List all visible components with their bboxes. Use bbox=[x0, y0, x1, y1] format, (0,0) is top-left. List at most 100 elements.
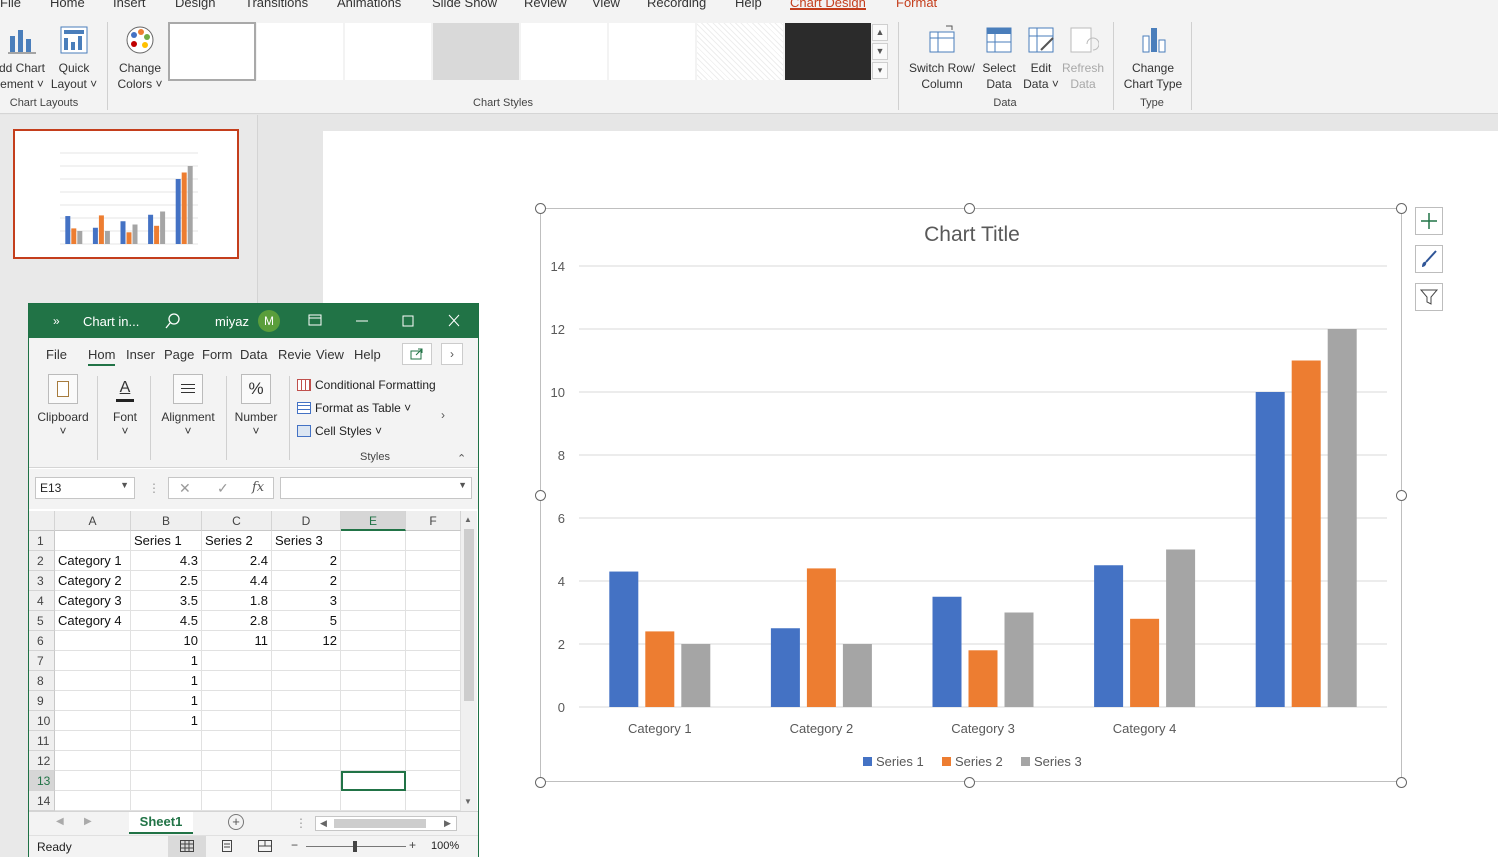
cell[interactable] bbox=[55, 671, 131, 691]
resize-handle-sw[interactable] bbox=[535, 777, 546, 788]
bar[interactable] bbox=[681, 644, 711, 707]
scroll-right-icon[interactable]: ▶ bbox=[444, 818, 451, 829]
drag-handle-icon[interactable]: ⋮ bbox=[295, 816, 307, 830]
row-header[interactable]: 2 bbox=[29, 551, 55, 571]
bar[interactable] bbox=[609, 571, 639, 707]
cell[interactable]: 4.4 bbox=[202, 571, 272, 591]
bar[interactable] bbox=[1166, 549, 1196, 708]
enter-icon[interactable]: ✓ bbox=[217, 480, 229, 497]
tab-animations[interactable]: Animations bbox=[337, 0, 401, 10]
page-break-icon[interactable] bbox=[258, 840, 272, 852]
cell[interactable] bbox=[55, 751, 131, 771]
chart-style-8[interactable] bbox=[785, 23, 871, 80]
chart-object[interactable]: Chart Title 0 2 4 6 8 10 12 14 Category 1 Category… bbox=[540, 208, 1402, 782]
cell[interactable] bbox=[406, 631, 461, 651]
cell[interactable] bbox=[406, 711, 461, 731]
formula-input[interactable]: ▼ bbox=[280, 477, 472, 499]
cell[interactable]: 11 bbox=[202, 631, 272, 651]
refresh-data-button[interactable]: Refresh Data bbox=[1060, 24, 1106, 92]
select-all-corner[interactable] bbox=[29, 511, 55, 531]
scroll-up-icon[interactable]: ▲ bbox=[464, 515, 472, 524]
resize-handle-nw[interactable] bbox=[535, 203, 546, 214]
cell[interactable] bbox=[131, 791, 202, 811]
scroll-left-icon[interactable]: ◀ bbox=[320, 818, 327, 829]
share-button[interactable] bbox=[402, 343, 432, 365]
row-header[interactable]: 14 bbox=[29, 791, 55, 811]
bar[interactable] bbox=[770, 628, 800, 707]
cell[interactable]: 3 bbox=[272, 591, 341, 611]
column-header[interactable]: A bbox=[55, 511, 131, 531]
cell[interactable] bbox=[55, 691, 131, 711]
cell[interactable]: 2.4 bbox=[202, 551, 272, 571]
legend-label[interactable]: Series 3 bbox=[1034, 754, 1082, 769]
cell[interactable] bbox=[272, 691, 341, 711]
page-layout-icon[interactable] bbox=[220, 840, 234, 852]
cell[interactable] bbox=[406, 691, 461, 711]
row-header[interactable]: 3 bbox=[29, 571, 55, 591]
cell[interactable] bbox=[55, 651, 131, 671]
ribbon-display-icon[interactable] bbox=[303, 311, 327, 331]
xl-tab-home[interactable]: Hom bbox=[88, 347, 116, 366]
cell[interactable] bbox=[406, 611, 461, 631]
xl-tab-review[interactable]: Revie bbox=[278, 347, 311, 362]
ribbon-scroll-right-icon[interactable]: › bbox=[441, 408, 445, 422]
cell[interactable] bbox=[406, 551, 461, 571]
cancel-icon[interactable]: ✕ bbox=[179, 480, 191, 497]
cell[interactable] bbox=[202, 751, 272, 771]
cell[interactable] bbox=[55, 731, 131, 751]
cell[interactable]: Category 3 bbox=[55, 591, 131, 611]
cell[interactable] bbox=[341, 751, 406, 771]
resize-handle-w[interactable] bbox=[535, 490, 546, 501]
bar[interactable] bbox=[968, 650, 998, 707]
scroll-down-icon[interactable]: ▼ bbox=[464, 797, 472, 806]
font-button[interactable]: A Font ˅ bbox=[107, 374, 143, 438]
cell[interactable] bbox=[341, 791, 406, 811]
bar[interactable] bbox=[645, 631, 675, 707]
tab-format[interactable]: Format bbox=[896, 0, 937, 10]
chart-style-3[interactable] bbox=[345, 23, 431, 80]
resize-handle-se[interactable] bbox=[1396, 777, 1407, 788]
gallery-scroll-down[interactable]: ▼ bbox=[872, 43, 888, 60]
tab-slide-show[interactable]: Slide Show bbox=[432, 0, 497, 10]
cell[interactable]: 12 bbox=[272, 631, 341, 651]
drag-handle-icon[interactable]: ⋮ bbox=[148, 481, 160, 495]
cell[interactable] bbox=[272, 731, 341, 751]
change-chart-type-button[interactable]: Change Chart Type bbox=[1120, 24, 1186, 92]
bar[interactable] bbox=[1327, 329, 1357, 707]
chart-style-5[interactable] bbox=[521, 23, 607, 80]
sheet-tab-sheet1[interactable]: Sheet1 bbox=[129, 812, 193, 834]
cell[interactable]: 1 bbox=[131, 671, 202, 691]
tab-chart-design[interactable]: Chart Design bbox=[790, 0, 866, 10]
row-header[interactable]: 13 bbox=[29, 771, 55, 791]
search-icon[interactable] bbox=[165, 313, 181, 329]
xl-tab-view[interactable]: View bbox=[316, 347, 344, 362]
quick-layout-button[interactable]: Quick Layout ˅ bbox=[50, 24, 98, 92]
cell[interactable] bbox=[131, 771, 202, 791]
cell[interactable] bbox=[131, 751, 202, 771]
resize-handle-s[interactable] bbox=[964, 777, 975, 788]
zoom-out-icon[interactable]: − bbox=[291, 838, 298, 852]
chart-style-2[interactable] bbox=[257, 23, 343, 80]
name-box[interactable]: E13 ▼ bbox=[35, 477, 135, 499]
gallery-more[interactable]: ▾ bbox=[872, 62, 888, 79]
select-data-button[interactable]: Select Data bbox=[978, 24, 1020, 92]
cell[interactable] bbox=[406, 771, 461, 791]
tab-review[interactable]: Review bbox=[524, 0, 567, 10]
column-header[interactable]: E bbox=[341, 511, 406, 531]
cell[interactable] bbox=[272, 651, 341, 671]
minimize-icon[interactable] bbox=[350, 311, 374, 331]
add-chart-element-button[interactable]: dd Chart ement ˅ bbox=[0, 24, 48, 92]
cell[interactable]: Category 4 bbox=[55, 611, 131, 631]
maximize-icon[interactable] bbox=[396, 311, 420, 331]
clipboard-button[interactable]: Clipboard ˅ bbox=[35, 374, 91, 438]
prev-sheet-icon[interactable]: ◀ bbox=[56, 816, 64, 827]
zoom-level[interactable]: 100% bbox=[431, 840, 459, 852]
row-header[interactable]: 6 bbox=[29, 631, 55, 651]
scroll-thumb[interactable] bbox=[464, 529, 474, 701]
legend-label[interactable]: Series 2 bbox=[955, 754, 1003, 769]
bar[interactable] bbox=[1255, 392, 1285, 707]
row-header[interactable]: 7 bbox=[29, 651, 55, 671]
column-header[interactable]: C bbox=[202, 511, 272, 531]
chart-title[interactable]: Chart Title bbox=[924, 223, 1020, 246]
alignment-button[interactable]: Alignment ˅ bbox=[157, 374, 219, 438]
